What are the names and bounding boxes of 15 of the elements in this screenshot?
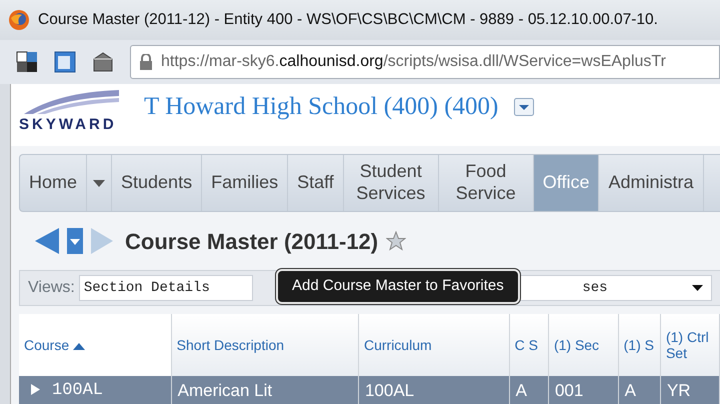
table-cell: American Lit — [171, 376, 358, 404]
page-title: Course Master (2011-12) — [125, 228, 378, 256]
views-label: Views: — [28, 278, 75, 298]
table-cell: 100AL — [358, 376, 510, 404]
skyward-logo: SKYWARD — [11, 84, 136, 136]
school-name: T Howard High School (400) (400) — [144, 92, 498, 122]
filter-value: ses — [582, 278, 608, 298]
table-cell: YR — [660, 376, 720, 404]
window-title: Course Master (2011-12) - Entity 400 - WS\OF\CS\BC\CM\CM - 9889 - 05.12.10.00.07-10. — [38, 10, 658, 30]
table-cell: A — [618, 376, 660, 404]
url-text: https://mar-sky6.calhounisd.org/scripts/wsisa.dll/WService=wsEAplusTr — [161, 52, 666, 72]
table-cell: A — [509, 376, 548, 404]
tooltip: Add Course Master to Favorites — [276, 269, 520, 304]
table-cell: 100AL — [19, 376, 172, 404]
table-cell: 001 — [548, 376, 618, 404]
